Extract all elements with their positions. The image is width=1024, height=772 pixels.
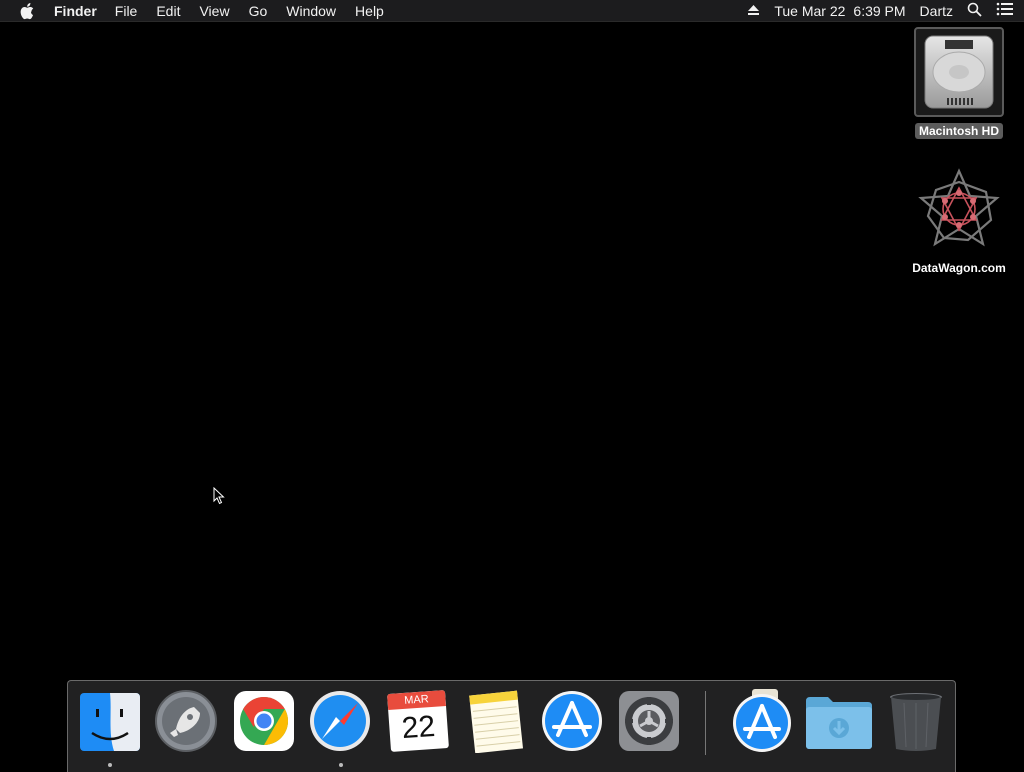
notepad-icon	[469, 690, 524, 754]
menu-file[interactable]: File	[115, 3, 138, 19]
spotlight-search-icon[interactable]	[967, 2, 982, 20]
desktop-icon-macintosh-hd[interactable]: Macintosh HD	[912, 27, 1006, 140]
eject-icon[interactable]	[747, 3, 760, 19]
dock-item-launchpad[interactable]	[154, 689, 218, 753]
dock-item-app-store-installer[interactable]	[730, 689, 794, 753]
compass-icon	[310, 691, 370, 751]
menu-bar: Finder File Edit View Go Window Help Tue…	[0, 0, 1024, 22]
trash-icon	[890, 693, 942, 751]
dock-item-calendar[interactable]: MAR 22	[386, 689, 450, 753]
dock-item-notes[interactable]	[464, 689, 528, 754]
clock-day: Tue Mar 22	[774, 2, 846, 19]
menu-view[interactable]: View	[199, 3, 229, 19]
gear-icon	[619, 691, 679, 751]
rocket-icon	[155, 690, 217, 752]
app-store-icon	[542, 691, 602, 751]
user-menu[interactable]: Dartz	[920, 3, 953, 19]
dock-item-downloads[interactable]	[804, 689, 874, 753]
chrome-icon	[234, 691, 294, 751]
dock-item-trash[interactable]	[884, 689, 948, 753]
app-store-icon	[733, 689, 791, 752]
app-menu-finder[interactable]: Finder	[54, 3, 97, 19]
running-indicator	[339, 763, 343, 767]
star-logo-icon	[900, 168, 1018, 255]
dock-item-chrome[interactable]	[232, 689, 296, 753]
menu-go[interactable]: Go	[249, 3, 268, 19]
running-indicator	[108, 763, 112, 767]
desktop-icon-label: DataWagon.com	[912, 261, 1006, 275]
hard-drive-icon	[914, 27, 1004, 117]
desktop-icon-label: Macintosh HD	[914, 123, 1003, 139]
calendar-icon: MAR 22	[387, 690, 449, 752]
clock-time: 6:39 PM	[853, 2, 906, 19]
finder-icon	[80, 693, 140, 751]
dock-item-app-store[interactable]	[540, 689, 604, 753]
notification-center-icon[interactable]	[996, 2, 1014, 19]
mouse-cursor-icon	[213, 486, 225, 510]
dock-item-safari[interactable]	[308, 689, 372, 753]
dock-item-finder[interactable]	[78, 689, 142, 753]
download-folder-icon	[806, 697, 872, 749]
menu-edit[interactable]: Edit	[156, 3, 180, 19]
dock-separator	[705, 691, 706, 755]
dock-item-system-preferences[interactable]	[617, 689, 681, 753]
dock: MAR 22	[67, 680, 956, 772]
calendar-day: 22	[400, 709, 437, 746]
menu-help[interactable]: Help	[355, 3, 384, 19]
menubar-clock[interactable]: Tue Mar 22 6:39 PM	[774, 3, 905, 19]
apple-menu-icon[interactable]	[18, 2, 36, 20]
menu-window[interactable]: Window	[286, 3, 336, 19]
desktop-icon-datawagon[interactable]: DataWagon.com	[900, 168, 1018, 275]
